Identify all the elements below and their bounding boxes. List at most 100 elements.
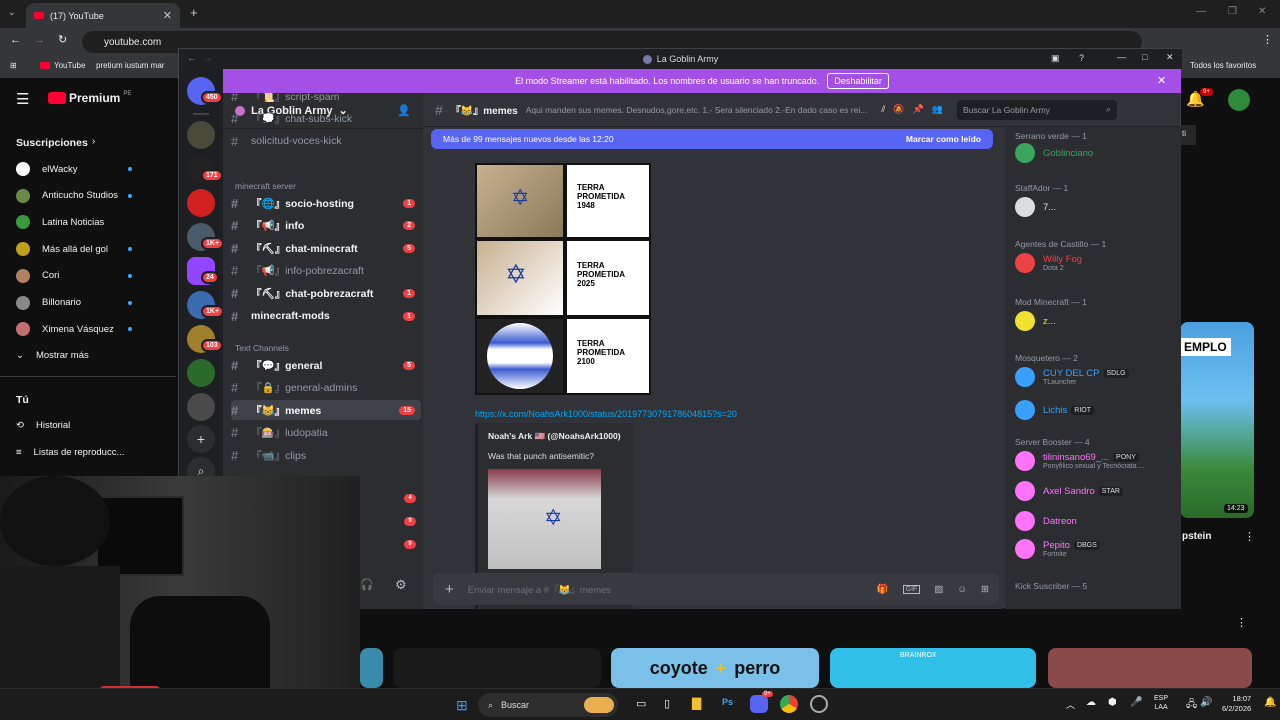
shelf-thumbnail[interactable]: BRAINROX xyxy=(830,648,1036,688)
subscription-item[interactable]: Más allá del gol xyxy=(16,242,108,257)
dc-maximize-icon[interactable]: □ xyxy=(1142,52,1147,62)
headset-icon[interactable]: 🎧 xyxy=(360,578,374,591)
member-item[interactable]: Pepito DBGS Fortnite xyxy=(1015,539,1100,559)
close-banner-icon[interactable]: ✕ xyxy=(1157,74,1166,87)
taskbar-app-icon[interactable]: ▯ xyxy=(664,697,670,710)
pin-icon[interactable]: 📌 xyxy=(913,104,924,115)
subscription-item[interactable]: Anticucho Studios xyxy=(16,188,118,203)
close-tab-icon[interactable]: ✕ xyxy=(163,9,172,22)
subscription-item[interactable]: Ximena Vásquez xyxy=(16,322,114,337)
threads-icon[interactable]: ⫽ xyxy=(881,104,885,115)
tab-list-chevron-icon[interactable]: ⌄ xyxy=(8,7,16,18)
youtube-logo[interactable]: Premium PE xyxy=(48,91,131,105)
subscriptions-title[interactable]: Suscripciones xyxy=(16,137,88,149)
gift-icon[interactable]: 🎁 xyxy=(877,584,889,595)
gif-icon[interactable]: GIF xyxy=(902,584,921,594)
start-icon[interactable]: ⊞ xyxy=(456,697,468,714)
embed-video-thumbnail[interactable]: ✡ xyxy=(488,469,601,569)
clock[interactable]: 18:07 6/2/2026 xyxy=(1222,694,1251,714)
shelf-thumbnail[interactable] xyxy=(1048,648,1252,688)
channel-item[interactable]: # 『😹』memes 15 xyxy=(231,400,421,421)
forward-icon[interactable]: → xyxy=(34,34,45,46)
category-minecraft[interactable]: minecraft server xyxy=(235,181,296,191)
apps-grid-icon[interactable]: ⊞ xyxy=(10,61,17,70)
channel-item[interactable]: # 『📢』info 2 xyxy=(231,216,421,236)
maximize-icon[interactable]: ❐ xyxy=(1228,6,1237,17)
server-icon[interactable] xyxy=(187,359,215,387)
app-taskbar-icon[interactable] xyxy=(810,695,828,713)
account-avatar[interactable] xyxy=(1228,89,1250,111)
video-title[interactable]: pstein xyxy=(1182,531,1211,542)
network-icon[interactable]: 🖧 xyxy=(1186,697,1197,714)
mute-icon[interactable]: 🔕 xyxy=(893,104,904,115)
back-icon[interactable]: ← xyxy=(10,34,21,46)
reload-icon[interactable]: ↻ xyxy=(58,33,67,46)
member-item[interactable]: Willy Fog Dota 2 xyxy=(1015,253,1082,273)
show-more-button[interactable]: ⌄ Mostrar más xyxy=(16,350,89,361)
task-view-icon[interactable]: ▭ xyxy=(636,697,646,710)
shelf-thumbnail[interactable] xyxy=(360,648,383,688)
server-icon[interactable] xyxy=(187,189,215,217)
channel-item[interactable]: # minecraft-mods 1 xyxy=(231,306,421,326)
help-icon[interactable]: ? xyxy=(1079,53,1084,63)
subscription-item[interactable]: Billonario xyxy=(16,295,81,310)
channel-item[interactable]: # 『💬』general 5 xyxy=(231,355,421,375)
member-item[interactable]: Datreon xyxy=(1015,511,1077,531)
channel-item[interactable]: # 『🔒』general-admins xyxy=(231,378,421,398)
taskbar-search[interactable]: ⌕ Buscar xyxy=(478,693,618,717)
attach-plus-icon[interactable]: + xyxy=(445,581,454,598)
browser-tab-youtube[interactable]: (17) YouTube ✕ xyxy=(26,3,180,28)
subscription-item[interactable]: Latina Noticias xyxy=(16,215,104,230)
member-list-icon[interactable]: 👥 xyxy=(932,104,943,115)
tray-chevron-icon[interactable]: ︿ xyxy=(1066,698,1075,711)
channel-item[interactable]: # 『💭』chat-subs-kick xyxy=(231,109,421,129)
bookmark-pretium[interactable]: pretium iustum mar xyxy=(96,61,164,70)
tray-icon[interactable]: ☁ xyxy=(1086,697,1096,708)
discord-taskbar-icon[interactable] xyxy=(750,695,768,713)
add-server-icon[interactable]: + xyxy=(187,425,215,453)
emoji-icon[interactable]: ☺ xyxy=(957,584,967,595)
server-icon[interactable] xyxy=(187,393,215,421)
shelf-thumbnail[interactable] xyxy=(393,648,601,688)
dc-close-icon[interactable]: ✕ xyxy=(1166,52,1174,63)
apps-icon[interactable]: ⊞ xyxy=(981,584,989,595)
chrome-taskbar-icon[interactable] xyxy=(780,695,798,713)
file-explorer-icon[interactable]: ▇ xyxy=(692,696,701,710)
tray-icon[interactable]: ⬢ xyxy=(1108,697,1117,708)
meme-image[interactable]: ✡ TERRA PROMETIDA 1948 ✡ TERRA PROMETIDA… xyxy=(475,163,651,395)
server-icon[interactable] xyxy=(187,121,215,149)
channel-item[interactable]: # 『⛏』chat-minecraft 5 xyxy=(231,238,421,258)
subscription-item[interactable]: Cori xyxy=(16,268,59,283)
new-messages-bar[interactable]: Más de 99 mensajes nuevos desde las 12:2… xyxy=(431,129,993,149)
video-more-icon[interactable]: ⋮ xyxy=(1244,530,1255,543)
sticker-icon[interactable]: ▨ xyxy=(934,584,943,595)
you-section-title[interactable]: Tú xyxy=(16,394,29,406)
channel-item[interactable]: # 『🌐』socio-hosting 1 xyxy=(231,193,421,213)
channel-item[interactable]: # 『⛏』chat-pobrezacraft 1 xyxy=(231,283,421,303)
hamburger-menu-icon[interactable]: ☰ xyxy=(16,90,29,108)
photoshop-icon[interactable]: Ps xyxy=(722,697,733,707)
member-item[interactable]: Lichis RIOT xyxy=(1015,400,1095,420)
channel-item[interactable]: # 『📢』info-pobrezacraft xyxy=(231,261,421,281)
close-window-icon[interactable]: ✕ xyxy=(1258,6,1266,17)
user-settings-icon[interactable]: ⚙ xyxy=(395,577,407,593)
category-text-channels[interactable]: Text Channels xyxy=(235,343,289,353)
shelf-thumbnail-coyote[interactable]: coyote + perro xyxy=(611,648,819,688)
member-item[interactable]: Axel Sandro STAR xyxy=(1015,481,1123,501)
channel-item[interactable]: # solicitud-voces-kick xyxy=(231,131,421,151)
mark-read-button[interactable]: Marcar como leído xyxy=(906,134,981,144)
dc-minimize-icon[interactable]: — xyxy=(1117,52,1126,62)
member-item[interactable]: tilininsano69_... PONY Ponyfilico sexual y… xyxy=(1015,451,1144,471)
tweet-link[interactable]: https://x.com/NoahsArk1000/status/201977… xyxy=(475,409,737,419)
microphone-icon[interactable]: 🎤 xyxy=(1130,697,1142,708)
language-indicator[interactable]: ESP LAA xyxy=(1154,694,1168,712)
volume-icon[interactable]: 🔊 xyxy=(1200,697,1212,708)
discord-back-icon[interactable]: ← xyxy=(187,53,197,64)
bookmark-youtube[interactable]: YouTube xyxy=(40,61,85,70)
channel-item[interactable]: # 『📹』clips xyxy=(231,445,421,465)
channel-item[interactable]: # 『🎰』ludopatia xyxy=(231,423,421,443)
message-composer[interactable]: + Enviar mensaje a #『😹』memes 🎁 GIF ▨ ☺ ⊞ xyxy=(433,573,999,605)
video-thumbnail[interactable]: EMPLO 14:23 xyxy=(1180,322,1254,518)
discord-forward-icon[interactable]: → xyxy=(203,53,213,64)
notification-center-icon[interactable]: 🔔 xyxy=(1264,697,1276,708)
